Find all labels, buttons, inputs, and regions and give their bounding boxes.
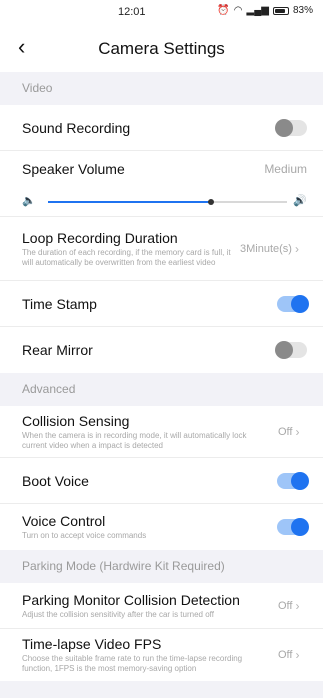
parking-collision-value: Off [278,599,293,612]
section-header-video: Video [0,72,323,105]
chevron-right-icon: › [295,598,300,613]
status-bar: 12:01 ⏰ ◠ ▂▄▆ 83% [0,0,323,24]
row-label: Voice Control [22,513,106,529]
row-label: Loop Recording Duration [22,229,178,246]
video-group: Sound Recording Speaker Volume Medium 🔈 … [0,105,323,373]
volume-max-icon[interactable]: 🔊 [293,194,307,207]
advanced-group: Collision Sensing When the camera is in … [0,406,323,550]
speaker-volume-value: Medium [264,162,307,176]
loop-recording-value: 3Minute(s) [240,242,292,255]
signal-icon: ▂▄▆ [246,5,269,16]
volume-slider[interactable] [48,199,287,205]
timelapse-fps-value: Off [278,649,293,661]
row-label: Rear Mirror [22,342,93,358]
page-title: Camera Settings [98,39,225,58]
sound-recording-toggle[interactable] [275,118,307,137]
row-label: Boot Voice [22,472,89,489]
parking-group: Parking Monitor Collision Detection Adju… [0,583,323,681]
row-label: Parking Monitor Collision Detection [22,591,240,608]
collision-sensing-value: Off [278,425,293,438]
row-label: Sound Recording [22,119,131,136]
chevron-right-icon: › [295,424,300,439]
row-label: Time-lapse Video FPS [22,636,162,652]
chevron-right-icon: › [295,648,300,662]
chevron-right-icon: › [294,241,299,256]
volume-slider-thumb[interactable] [207,199,214,205]
header: ‹ Camera Settings [0,24,323,72]
status-icons: ⏰ ◠ ▂▄▆ 83% [217,5,313,16]
row-description: The duration of each recording, if the m… [22,247,231,267]
battery-icon [272,6,289,15]
boot-voice-row[interactable]: Boot Voice [0,458,323,504]
row-description: Choose the suitable frame rate to run th… [22,654,243,673]
voice-control-toggle[interactable] [277,518,309,536]
battery-percent: 83% [292,5,313,16]
rear-mirror-row[interactable]: Rear Mirror [0,327,323,373]
timelapse-fps-row[interactable]: Time-lapse Video FPS Choose the suitable… [0,629,323,681]
row-label: Speaker Volume [22,161,125,177]
loop-recording-row[interactable]: Loop Recording Duration The duration of … [0,217,323,281]
row-description: When the camera is in recording mode, it… [22,430,247,450]
status-time: 12:01 [118,6,146,18]
speaker-volume-row[interactable]: Speaker Volume Medium [0,151,323,187]
row-description: Adjust the collision sensitivity after t… [22,609,214,619]
row-label: Collision Sensing [22,412,130,429]
voice-control-row[interactable]: Voice Control Turn on to accept voice co… [0,504,323,550]
volume-slider-row: 🔈 🔊 [0,187,323,217]
section-header-parking: Parking Mode (Hardwire Kit Required) [0,550,323,583]
row-label: Time Stamp [22,295,97,312]
rear-mirror-toggle[interactable] [275,341,307,359]
row-description: Turn on to accept voice commands [22,531,147,540]
parking-collision-row[interactable]: Parking Monitor Collision Detection Adju… [0,583,323,629]
time-stamp-toggle[interactable] [277,294,309,313]
time-stamp-row[interactable]: Time Stamp [0,281,323,327]
alarm-icon: ⏰ [217,5,230,16]
section-header-advanced: Advanced [0,373,323,406]
volume-mute-icon[interactable]: 🔈 [22,194,36,207]
boot-voice-toggle[interactable] [277,471,309,490]
wifi-icon: ◠ [233,5,243,16]
sound-recording-row[interactable]: Sound Recording [0,105,323,151]
collision-sensing-row[interactable]: Collision Sensing When the camera is in … [0,406,323,458]
